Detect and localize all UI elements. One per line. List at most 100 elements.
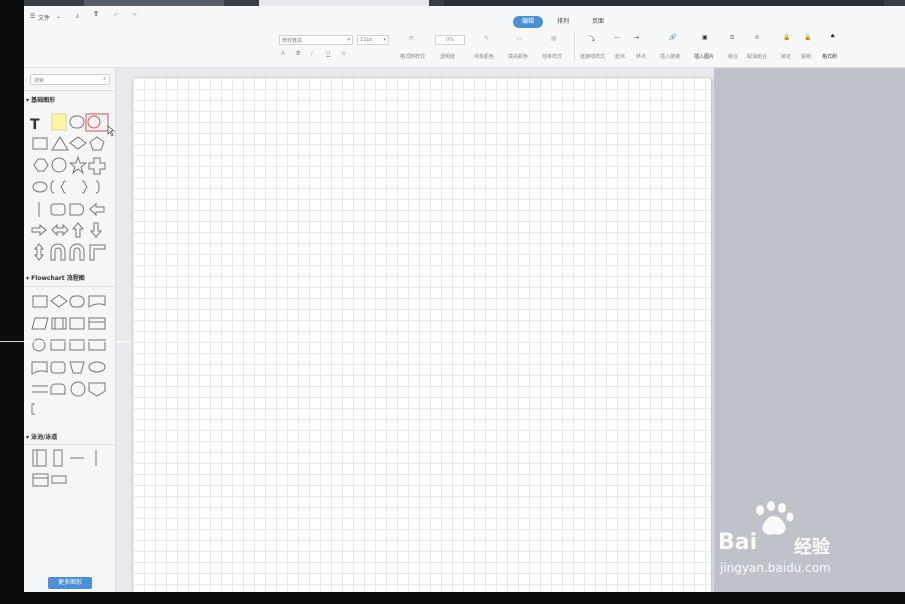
undo-icon[interactable]: ↶: [114, 12, 119, 19]
ungroup-icon[interactable]: ⧈: [755, 34, 759, 42]
rounded-square-icon[interactable]: [50, 203, 66, 216]
link-icon[interactable]: 🔗: [669, 34, 676, 41]
font-color-icon[interactable]: A: [281, 50, 285, 57]
watermark-url: jingyan.baidu.com: [720, 561, 831, 575]
group-icon[interactable]: ⧉: [730, 34, 734, 42]
vertical-pool-icon[interactable]: [32, 449, 47, 467]
off-page-connector-icon[interactable]: [88, 382, 106, 397]
format-painter-label: 格式刷样式: [400, 54, 426, 60]
triangle-icon[interactable]: [51, 136, 69, 151]
alternate-process-icon[interactable]: [50, 361, 66, 374]
bold-icon[interactable]: B: [296, 50, 301, 57]
font-size-value: 12px: [360, 37, 373, 43]
multi-document-icon[interactable]: [31, 361, 48, 375]
unlock-label: 解锁: [801, 54, 812, 60]
circle-shape-icon[interactable]: [87, 115, 101, 129]
transparency-label: 透明度: [440, 54, 456, 60]
or-shape-icon[interactable]: [70, 381, 86, 397]
underline-icon[interactable]: U: [326, 50, 330, 57]
bracket-right-icon[interactable]: [95, 180, 100, 194]
note-shape-icon[interactable]: [51, 113, 67, 131]
arrow-right-icon[interactable]: [31, 223, 47, 237]
octagon-icon[interactable]: [51, 157, 67, 173]
italic-icon[interactable]: I: [311, 50, 313, 57]
file-menu[interactable]: 文件: [38, 13, 50, 22]
line-start-icon[interactable]: —: [614, 34, 620, 41]
manual-storage-icon[interactable]: [88, 317, 106, 330]
text-format-icon[interactable]: T: [94, 11, 98, 18]
image-icon[interactable]: ▣: [702, 34, 708, 41]
rectangle-icon[interactable]: [32, 137, 48, 150]
pentagon-icon[interactable]: [89, 136, 105, 151]
terminator-icon[interactable]: [69, 295, 85, 308]
bracket-left-icon[interactable]: [50, 180, 55, 194]
redo-icon[interactable]: ↷: [132, 12, 137, 19]
tab-page[interactable]: 页面: [584, 16, 612, 28]
arrow-down-icon[interactable]: [89, 222, 103, 238]
opacity-value: 0%: [446, 37, 454, 43]
tab-arrange[interactable]: 排列: [549, 16, 577, 28]
insert-link-label: 插入链接: [660, 54, 681, 60]
brush-icon[interactable]: ♠: [830, 33, 835, 40]
file-icon[interactable]: ☰: [30, 13, 35, 20]
font-size-select[interactable]: 12px ▾: [357, 35, 389, 45]
shadow-icon[interactable]: ▤: [551, 35, 557, 42]
canvas-page[interactable]: [133, 78, 711, 592]
internal-storage-icon[interactable]: [69, 317, 85, 330]
vertical-lane-icon[interactable]: [53, 449, 63, 467]
brace-right-icon[interactable]: [81, 180, 88, 194]
more-shapes-button[interactable]: 更多图形: [48, 577, 92, 589]
decision-icon[interactable]: [50, 294, 68, 308]
display-icon[interactable]: [88, 361, 106, 373]
toolbar: 微软雅黑 ▾ 12px ▾ A B I U ≡ ⟳ 格式刷样式 0% 透明度 ✎…: [24, 28, 905, 68]
download-icon[interactable]: ⤓: [76, 12, 79, 20]
brace-left-icon[interactable]: [60, 180, 67, 194]
font-family-value: 微软雅黑: [282, 38, 303, 44]
data-io-icon[interactable]: [31, 317, 49, 330]
manual-operation-icon[interactable]: [69, 361, 85, 374]
align-icon[interactable]: ≡: [341, 50, 346, 57]
chevron-down-icon: ▾: [383, 37, 386, 43]
delay-shape-icon[interactable]: [69, 203, 85, 216]
arrow-left-right-icon[interactable]: [51, 223, 69, 237]
watermark-brand-cn: 经验: [794, 537, 830, 558]
cloud-icon[interactable]: [32, 181, 48, 193]
arrow-up-down-icon[interactable]: [33, 243, 45, 261]
diamond-icon[interactable]: [69, 136, 87, 150]
rounded-rect-icon[interactable]: [69, 115, 85, 129]
lock-icon[interactable]: 🔒: [783, 34, 790, 41]
shape-palette: T: [30, 113, 115, 487]
process-icon[interactable]: [32, 295, 48, 308]
opacity-input[interactable]: 0%: [435, 35, 465, 45]
annotation-bracket-icon[interactable]: [31, 403, 35, 415]
predefined-process-icon[interactable]: [51, 317, 67, 330]
connector-style-label: 连接线样式: [580, 54, 606, 60]
connector-style-icon[interactable]: ⤵: [589, 34, 595, 43]
chevron-down-icon[interactable]: ⌄: [56, 13, 61, 20]
shape-library: 搜索 ⌕ ▾ 基础图形 ▾ Flowchart 流程图 ▾ 泳池/泳道 T 更多…: [24, 68, 116, 592]
arrow-left-icon[interactable]: [89, 202, 105, 217]
chevron-down-icon: ▾: [347, 37, 350, 43]
arch-icon[interactable]: [69, 243, 85, 261]
horizontal-lane-icon[interactable]: [51, 475, 67, 484]
tab-edit[interactable]: 编辑: [513, 16, 543, 28]
corner-shape-icon[interactable]: [89, 244, 106, 261]
arrow-right-icon[interactable]: →: [634, 34, 639, 41]
horizontal-pool-icon[interactable]: [32, 473, 49, 487]
hexagon-icon[interactable]: [33, 158, 49, 172]
line-color-label: 线条颜色: [474, 54, 495, 60]
arrow-up-icon[interactable]: [71, 222, 85, 238]
fill-color-label: 填充颜色: [508, 54, 529, 60]
unlock-icon[interactable]: 🔓: [804, 34, 811, 41]
u-turn-arrow-icon[interactable]: [50, 243, 66, 261]
text-shape-icon[interactable]: T: [30, 117, 40, 133]
star-icon[interactable]: [68, 155, 88, 175]
ungroup-label: 取消组合: [747, 54, 768, 60]
loop-limit-icon[interactable]: [50, 383, 66, 395]
format-painter-icon[interactable]: ⟳: [409, 35, 414, 42]
line-color-icon[interactable]: ✎: [484, 35, 489, 42]
document-icon[interactable]: [88, 295, 106, 308]
fill-color-icon[interactable]: ▭: [517, 35, 523, 42]
cross-icon[interactable]: [88, 157, 106, 175]
font-family-select[interactable]: 微软雅黑 ▾: [279, 35, 353, 45]
